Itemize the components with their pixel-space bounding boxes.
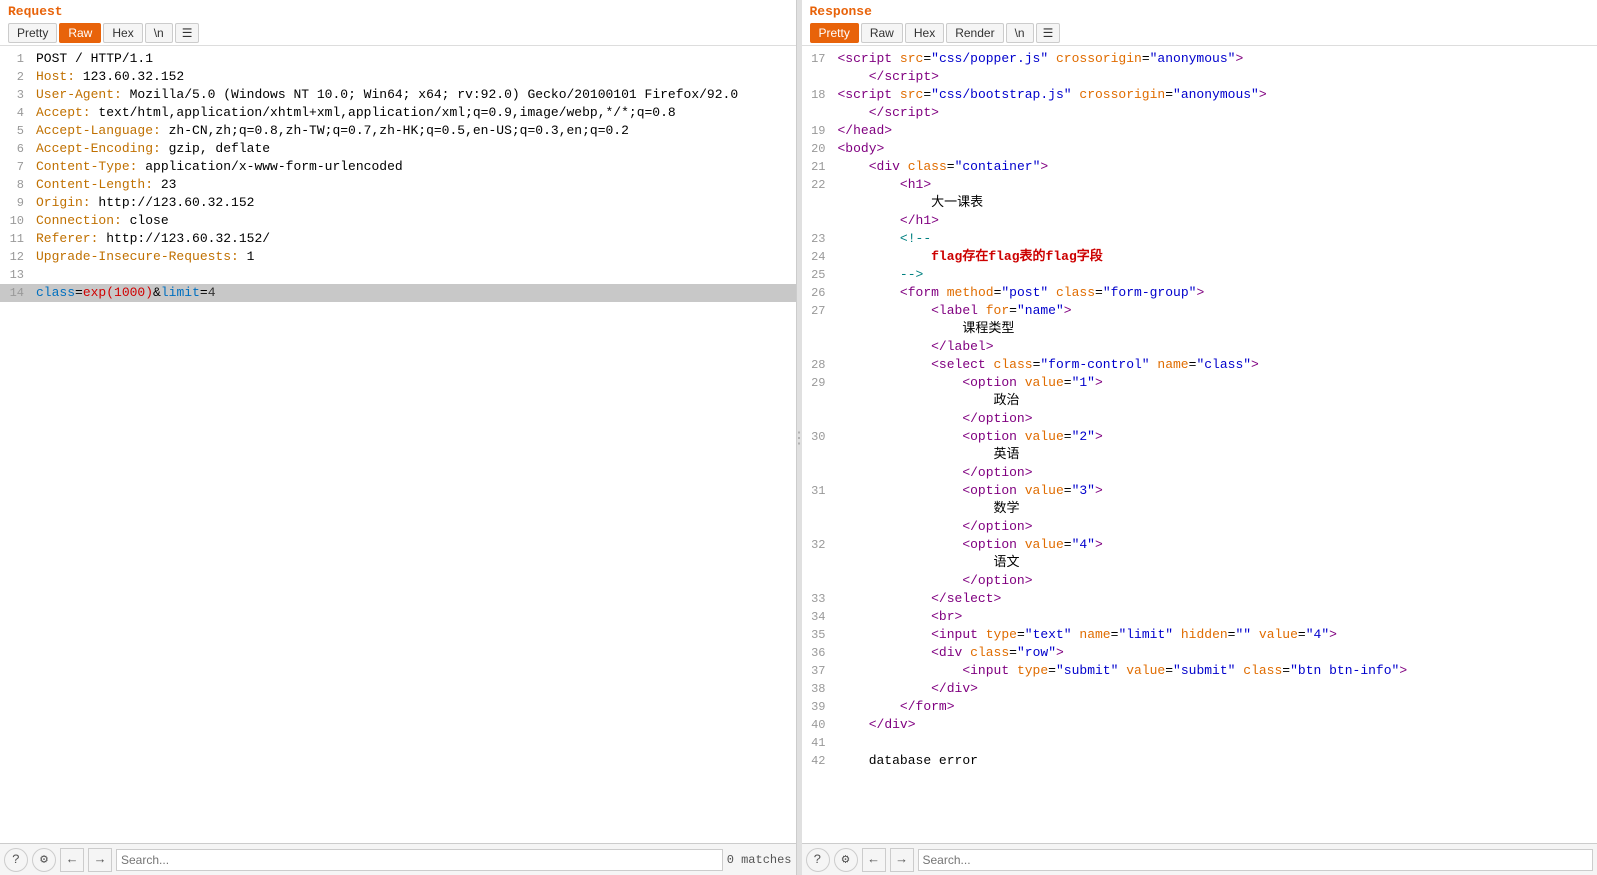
request-line-14: 14 class=exp(1000)&limit=4 [0, 284, 796, 302]
request-line-13: 13 [0, 266, 796, 284]
request-bottom-bar: ? ⚙ ← → 0 matches [0, 843, 796, 875]
response-line-33: 33 </select> [802, 590, 1597, 608]
response-line-32b: 语文 [802, 554, 1597, 572]
response-newline-btn[interactable]: \n [1006, 23, 1034, 43]
response-line-28: 28 <select class="form-control" name="cl… [802, 356, 1597, 374]
panel-divider[interactable] [797, 0, 802, 875]
response-line-22c: </h1> [802, 212, 1597, 230]
response-line-36: 36 <div class="row"> [802, 644, 1597, 662]
request-settings-btn[interactable]: ⚙ [32, 848, 56, 872]
response-line-31b: 数学 [802, 500, 1597, 518]
response-line-30b: 英语 [802, 446, 1597, 464]
response-line-22: 22 <h1> [802, 176, 1597, 194]
request-hex-btn[interactable]: Hex [103, 23, 142, 43]
request-line-7: 7 Content-Type: application/x-www-form-u… [0, 158, 796, 176]
response-line-31: 31 <option value="3"> [802, 482, 1597, 500]
response-code-area: 17 <script src="css/popper.js" crossorig… [802, 46, 1597, 843]
response-line-38: 38 </div> [802, 680, 1597, 698]
response-line-22b: 大一课表 [802, 194, 1597, 212]
request-code-area: 1 POST / HTTP/1.1 2 Host: 123.60.32.152 … [0, 46, 796, 843]
response-raw-btn[interactable]: Raw [861, 23, 903, 43]
response-search-input[interactable] [918, 849, 1594, 871]
response-line-29: 29 <option value="1"> [802, 374, 1597, 392]
response-line-41: 41 [802, 734, 1597, 752]
response-line-27c: </label> [802, 338, 1597, 356]
response-line-40: 40 </div> [802, 716, 1597, 734]
request-line-12: 12 Upgrade-Insecure-Requests: 1 [0, 248, 796, 266]
response-line-30c: </option> [802, 464, 1597, 482]
response-line-34: 34 <br> [802, 608, 1597, 626]
response-line-29c: </option> [802, 410, 1597, 428]
response-line-35: 35 <input type="text" name="limit" hidde… [802, 626, 1597, 644]
response-line-30: 30 <option value="2"> [802, 428, 1597, 446]
response-line-20: 20 <body> [802, 140, 1597, 158]
response-line-29b: 政治 [802, 392, 1597, 410]
request-back-btn[interactable]: ← [60, 848, 84, 872]
request-pretty-btn[interactable]: Pretty [8, 23, 57, 43]
request-line-3: 3 User-Agent: Mozilla/5.0 (Windows NT 10… [0, 86, 796, 104]
request-line-6: 6 Accept-Encoding: gzip, deflate [0, 140, 796, 158]
response-help-btn[interactable]: ? [806, 848, 830, 872]
response-line-39: 39 </form> [802, 698, 1597, 716]
response-line-18b: </script> [802, 104, 1597, 122]
response-line-27: 27 <label for="name"> [802, 302, 1597, 320]
response-line-18: 18 <script src="css/bootstrap.js" crosso… [802, 86, 1597, 104]
request-search-input[interactable] [116, 849, 723, 871]
response-line-27b: 课程类型 [802, 320, 1597, 338]
request-line-8: 8 Content-Length: 23 [0, 176, 796, 194]
response-line-19: 19 </head> [802, 122, 1597, 140]
response-line-37: 37 <input type="submit" value="submit" c… [802, 662, 1597, 680]
response-menu-btn[interactable]: ☰ [1036, 23, 1061, 43]
request-forward-btn[interactable]: → [88, 848, 112, 872]
request-help-btn[interactable]: ? [4, 848, 28, 872]
response-line-24: 24 flag存在flag表的flag字段 [802, 248, 1597, 266]
response-line-32: 32 <option value="4"> [802, 536, 1597, 554]
response-title: Response [810, 4, 1590, 19]
request-line-2: 2 Host: 123.60.32.152 [0, 68, 796, 86]
request-title: Request [8, 4, 788, 19]
request-panel: Request Pretty Raw Hex \n ☰ 1 POST / HTT… [0, 0, 797, 875]
request-toolbar: Pretty Raw Hex \n ☰ [8, 23, 788, 43]
response-line-25: 25 --> [802, 266, 1597, 284]
response-line-26: 26 <form method="post" class="form-group… [802, 284, 1597, 302]
response-line-23: 23 <!-- [802, 230, 1597, 248]
response-bottom-bar: ? ⚙ ← → [802, 843, 1597, 875]
request-newline-btn[interactable]: \n [145, 23, 173, 43]
response-hex-btn[interactable]: Hex [905, 23, 944, 43]
request-line-5: 5 Accept-Language: zh-CN,zh;q=0.8,zh-TW;… [0, 122, 796, 140]
request-raw-btn[interactable]: Raw [59, 23, 101, 43]
request-header: Request Pretty Raw Hex \n ☰ [0, 0, 796, 46]
response-line-17: 17 <script src="css/popper.js" crossorig… [802, 50, 1597, 68]
request-line-4: 4 Accept: text/html,application/xhtml+xm… [0, 104, 796, 122]
response-line-21: 21 <div class="container"> [802, 158, 1597, 176]
response-panel: Response Pretty Raw Hex Render \n ☰ 17 <… [802, 0, 1597, 875]
response-line-42: 42 database error [802, 752, 1597, 770]
response-line-17b: </script> [802, 68, 1597, 86]
response-line-32c: </option> [802, 572, 1597, 590]
response-header: Response Pretty Raw Hex Render \n ☰ [802, 0, 1597, 46]
response-render-btn[interactable]: Render [946, 23, 1003, 43]
request-line-10: 10 Connection: close [0, 212, 796, 230]
request-line-9: 9 Origin: http://123.60.32.152 [0, 194, 796, 212]
response-forward-btn[interactable]: → [890, 848, 914, 872]
request-match-count: 0 matches [727, 853, 792, 867]
response-settings-btn[interactable]: ⚙ [834, 848, 858, 872]
response-back-btn[interactable]: ← [862, 848, 886, 872]
request-menu-btn[interactable]: ☰ [175, 23, 200, 43]
request-line-1: 1 POST / HTTP/1.1 [0, 50, 796, 68]
request-line-11: 11 Referer: http://123.60.32.152/ [0, 230, 796, 248]
response-line-31c: </option> [802, 518, 1597, 536]
response-toolbar: Pretty Raw Hex Render \n ☰ [810, 23, 1590, 43]
response-pretty-btn[interactable]: Pretty [810, 23, 859, 43]
